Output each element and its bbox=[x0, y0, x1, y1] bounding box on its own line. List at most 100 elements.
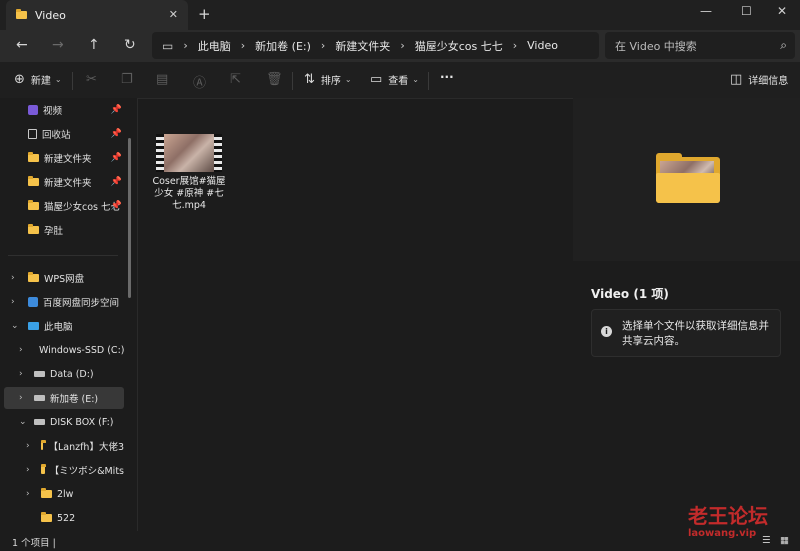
chevron-down-icon[interactable]: ⌄ bbox=[19, 417, 27, 427]
pin-icon: 📌 bbox=[110, 129, 122, 139]
watermark: 老王论坛 bbox=[688, 504, 768, 528]
sort-button-label: 排序 bbox=[320, 76, 341, 87]
folder-icon bbox=[28, 200, 39, 210]
close-tab-icon[interactable]: ✕ bbox=[169, 8, 178, 21]
breadcrumb-item[interactable]: 新加卷 (E:) bbox=[255, 38, 311, 54]
chevron-right-icon[interactable]: › bbox=[26, 441, 30, 451]
chevron-right-icon: › bbox=[400, 39, 405, 52]
details-pane-label: 详细信息 bbox=[748, 76, 789, 87]
tab-video[interactable]: Video ✕ bbox=[6, 0, 188, 30]
share-button[interactable]: ⇱ bbox=[230, 72, 247, 87]
pc-icon: ▭ bbox=[162, 38, 174, 53]
address-bar[interactable]: ▭ › 此电脑 › 新加卷 (E:) › 新建文件夹 › 猫屋少女cos 七七 … bbox=[152, 32, 599, 59]
sidebar-item-2lw[interactable]: › 2lw bbox=[4, 483, 124, 505]
sort-icon: ⇅ bbox=[304, 72, 315, 87]
sidebar-item-label: DISK BOX (F:) bbox=[50, 416, 114, 428]
delete-button[interactable]: 🗑 bbox=[266, 72, 289, 87]
pin-icon: 📌 bbox=[110, 153, 122, 163]
chevron-right-icon: › bbox=[240, 39, 246, 52]
sidebar-item-label: 【Lanzfh】大佬3 bbox=[48, 442, 124, 453]
forward-button[interactable]: → bbox=[52, 37, 64, 53]
sidebar-item-label: 【ミツボシ&Mits bbox=[49, 466, 124, 477]
rename-icon: Ⓐ bbox=[193, 76, 207, 91]
large-folder-icon bbox=[656, 153, 720, 203]
sidebar-item-label: 视频 bbox=[43, 106, 63, 117]
minimize-button[interactable]: — bbox=[700, 4, 712, 18]
search-placeholder: 在 Video 中搜索 bbox=[615, 39, 697, 53]
sidebar-item-label: WPS网盘 bbox=[44, 274, 85, 285]
sidebar-item-lanzfh[interactable]: › 【Lanzfh】大佬3 bbox=[4, 435, 124, 457]
back-button[interactable]: ← bbox=[16, 37, 28, 53]
info-icon: i bbox=[601, 326, 612, 337]
sidebar-item-videos[interactable]: 视频 📌 bbox=[4, 99, 124, 121]
details-title: Video (1 项) bbox=[591, 287, 669, 301]
maximize-button[interactable]: ☐ bbox=[741, 4, 752, 18]
breadcrumb-item[interactable]: Video bbox=[527, 39, 558, 52]
sidebar-item-drive-d[interactable]: › Data (D:) bbox=[4, 363, 124, 385]
sidebar-item-new-folder[interactable]: 新建文件夹 📌 bbox=[4, 147, 124, 169]
paste-button[interactable]: ▤ bbox=[156, 72, 174, 87]
chevron-right-icon[interactable]: › bbox=[19, 345, 23, 355]
search-input[interactable]: 在 Video 中搜索 ⌕ bbox=[605, 32, 795, 59]
folder-icon bbox=[28, 224, 39, 234]
info-text: 选择单个文件以获取详细信息并共享云内容。 bbox=[622, 320, 769, 347]
details-view-icon[interactable]: ☰ bbox=[762, 535, 771, 546]
sidebar-item-drive-c[interactable]: › Windows-SSD (C:) bbox=[4, 339, 124, 361]
sort-button[interactable]: ⇅ 排序 ⌄ bbox=[304, 72, 352, 87]
file-name: Coser展馆#猫屋少女 #原神 #七七.mp4 bbox=[152, 176, 226, 211]
chevron-right-icon[interactable]: › bbox=[19, 393, 23, 403]
navigation-pane: 视频 📌 回收站 📌 新建文件夹 📌 新建文件夹 📌 猫屋少女cos 七七 📌 … bbox=[0, 98, 138, 531]
chevron-right-icon[interactable]: › bbox=[26, 465, 30, 475]
sidebar-item-cos-folder[interactable]: 猫屋少女cos 七七 📌 bbox=[4, 195, 124, 217]
sidebar-item-522[interactable]: 522 bbox=[4, 507, 124, 529]
close-window-button[interactable]: ✕ bbox=[777, 4, 787, 18]
sidebar-item-new-folder-2[interactable]: 新建文件夹 📌 bbox=[4, 171, 124, 193]
sidebar-item-this-pc[interactable]: ⌄ 此电脑 bbox=[4, 315, 124, 337]
view-button[interactable]: ▭ 查看 ⌄ bbox=[370, 72, 419, 87]
cut-icon: ✂ bbox=[86, 72, 97, 87]
details-pane-button[interactable]: ◫ 详细信息 bbox=[730, 72, 788, 87]
new-button[interactable]: ⊕ 新建 ⌄ bbox=[14, 72, 62, 87]
sidebar-item-baidu[interactable]: › 百度网盘同步空间 bbox=[4, 291, 124, 313]
more-options-button[interactable]: ··· bbox=[440, 70, 454, 84]
chevron-right-icon[interactable]: › bbox=[19, 369, 23, 379]
cloud-sync-icon bbox=[28, 297, 38, 307]
new-tab-button[interactable]: + bbox=[198, 5, 211, 23]
sidebar-item-drive-e[interactable]: › 新加卷 (E:) bbox=[4, 387, 124, 409]
divider bbox=[72, 72, 73, 90]
chevron-right-icon[interactable]: › bbox=[11, 273, 15, 283]
info-card: i 选择单个文件以获取详细信息并共享云内容。 bbox=[591, 309, 781, 357]
breadcrumb-item[interactable]: 新建文件夹 bbox=[335, 38, 390, 54]
chevron-down-icon: ⌄ bbox=[54, 75, 62, 84]
breadcrumb-item[interactable]: 此电脑 bbox=[198, 38, 231, 54]
sidebar-item-label: 新加卷 (E:) bbox=[50, 394, 99, 405]
view-button-label: 查看 bbox=[388, 76, 409, 87]
sidebar-item-wps[interactable]: › WPS网盘 bbox=[4, 267, 124, 289]
refresh-button[interactable]: ↻ bbox=[124, 37, 136, 53]
watermark-url: laowang.vip bbox=[688, 528, 757, 539]
folder-icon bbox=[28, 272, 39, 282]
sidebar-item-drive-f[interactable]: ⌄ DISK BOX (F:) bbox=[4, 411, 124, 433]
sidebar-item-label: Data (D:) bbox=[50, 368, 94, 380]
file-list-area[interactable]: Coser展馆#猫屋少女 #原神 #七七.mp4 bbox=[138, 98, 573, 531]
video-thumbnail-icon bbox=[156, 134, 222, 172]
divider bbox=[428, 72, 429, 90]
chevron-right-icon[interactable]: › bbox=[26, 489, 30, 499]
view-icon: ▭ bbox=[370, 72, 383, 87]
up-button[interactable]: ↑ bbox=[88, 37, 100, 53]
breadcrumb-item[interactable]: 猫屋少女cos 七七 bbox=[415, 38, 503, 54]
sidebar-item-label: Windows-SSD (C:) bbox=[39, 344, 124, 356]
file-item-video[interactable]: Coser展馆#猫屋少女 #原神 #七七.mp4 bbox=[152, 134, 226, 212]
cut-button[interactable]: ✂ bbox=[86, 72, 103, 87]
chevron-down-icon[interactable]: ⌄ bbox=[11, 321, 19, 331]
command-bar: ⊕ 新建 ⌄ ✂ ❐ ▤ Ⓐ ⇱ 🗑 ⇅ 排序 ⌄ ▭ 查看 ⌄ ··· ◫ 详… bbox=[0, 62, 800, 99]
sidebar-item-label: 2lw bbox=[57, 488, 74, 500]
chevron-right-icon[interactable]: › bbox=[11, 297, 15, 307]
tiles-view-icon[interactable]: ▦ bbox=[780, 535, 789, 546]
sidebar-scrollbar[interactable] bbox=[128, 138, 131, 298]
rename-button[interactable]: Ⓐ bbox=[193, 72, 212, 91]
copy-button[interactable]: ❐ bbox=[121, 72, 139, 87]
sidebar-item-mitsuboshi[interactable]: › 【ミツボシ&Mits bbox=[4, 459, 124, 481]
sidebar-item-yundu[interactable]: 孕肚 bbox=[4, 219, 124, 241]
sidebar-item-recycle-bin[interactable]: 回收站 📌 bbox=[4, 123, 124, 145]
